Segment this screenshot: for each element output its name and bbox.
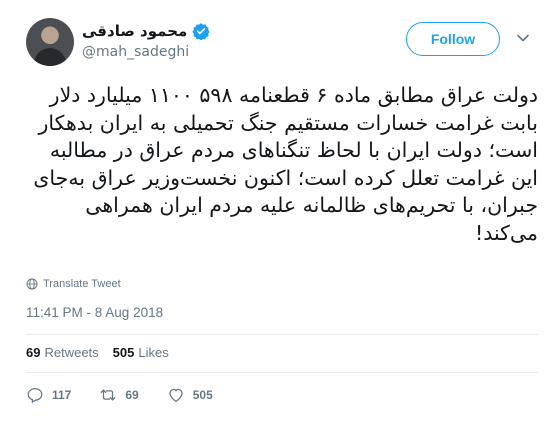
reply-button[interactable]: 117 (26, 386, 71, 404)
retweets-stat-label: Retweets (44, 345, 99, 360)
translate-tweet-label[interactable]: Translate Tweet (43, 278, 121, 290)
translate-tweet-link[interactable]: Translate Tweet (26, 278, 121, 290)
globe-icon (26, 278, 38, 290)
reply-icon (27, 387, 43, 403)
retweet-button[interactable]: 69 (99, 386, 139, 404)
retweets-stat-count: 69 (26, 345, 41, 360)
divider (26, 372, 538, 373)
heart-icon (169, 388, 183, 403)
likes-stat-label: Likes (138, 345, 169, 360)
tweet-actions: 117 69 505 (26, 384, 241, 406)
follow-button[interactable]: Follow (406, 22, 500, 56)
chevron-down-icon[interactable] (516, 33, 530, 43)
tweet-header: محمود صادقی @mah_sadeghi Follow (0, 0, 558, 76)
author-name-row[interactable]: محمود صادقی (82, 20, 211, 42)
tweet-timestamp[interactable]: 11:41 PM - 8 Aug 2018 (26, 305, 163, 320)
retweet-count: 69 (125, 388, 139, 402)
author-display-name[interactable]: محمود صادقی (82, 22, 187, 40)
divider (26, 334, 538, 335)
author-handle[interactable]: @mah_sadeghi (82, 44, 189, 60)
retweets-stat[interactable]: 69 Retweets (26, 345, 99, 360)
reply-count: 117 (52, 388, 72, 402)
like-count: 505 (192, 388, 213, 402)
tweet-text: دولت عراق مطابق ماده ۶ قطعنامه ۵۹۸ ۱۱۰۰ … (33, 83, 538, 245)
retweet-icon (100, 389, 116, 401)
avatar[interactable] (26, 18, 74, 66)
tweet-stats: 69 Retweets 505 Likes (26, 345, 183, 360)
likes-stat[interactable]: 505 Likes (113, 345, 169, 360)
likes-stat-count: 505 (112, 345, 135, 360)
verified-badge-icon (192, 22, 211, 41)
like-button[interactable]: 505 (167, 386, 213, 404)
